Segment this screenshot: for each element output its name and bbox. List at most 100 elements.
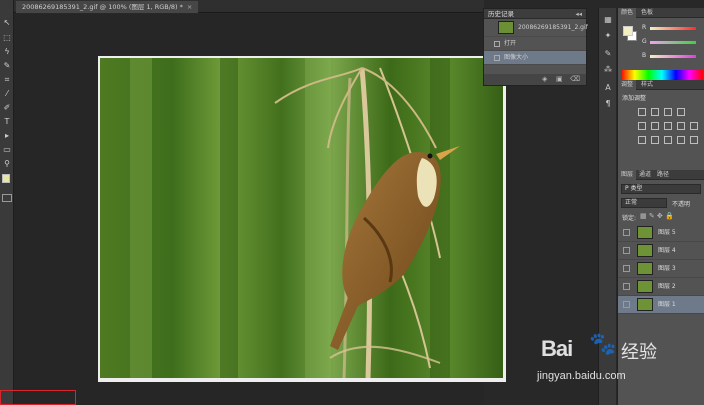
layer-name: 图层 4 [658,247,676,254]
crop-tool-icon[interactable]: ⌗ [2,75,12,85]
snapshot-name: 20086269185391_2.gif [518,24,588,31]
camera-snapshot-icon[interactable]: ▣ [556,75,563,83]
curves-icon[interactable] [664,108,672,116]
tab-swatches[interactable]: 色板 [638,8,656,18]
levels-icon[interactable] [651,108,659,116]
opacity-label: 不透明 [672,201,691,208]
history-panel-header[interactable]: 历史记录 ◂◂ [484,9,586,19]
close-icon[interactable]: × [187,3,192,11]
move-tool-icon[interactable]: ↖ [2,18,12,28]
layer-filter-select[interactable]: P 类型 [621,184,701,194]
b-slider-track[interactable] [650,55,696,58]
history-panel: 历史记录 ◂◂ 20086269185391_2.gif 打开 图像大小 ◈ ▣… [483,8,588,86]
document-icon [494,55,500,61]
brush-panel-icon[interactable]: ✎ [602,48,614,60]
baidu-watermark: Bai 🐾 经验 jingyan.baidu.com [537,330,697,390]
history-item-open[interactable]: 打开 [484,37,586,51]
layers-panel-tabs: 图层 通道 路径 [618,170,704,180]
gradient-map-icon[interactable] [677,136,685,144]
slider-label: R [642,24,647,31]
history-panel-title: 历史记录 [488,10,514,18]
visibility-toggle[interactable] [623,283,630,290]
type-tool-icon[interactable]: T [2,117,12,127]
photoshop-window: ↖ ⬚ ϟ ✎ ⌗ ⁄ ✐ T ▸ ▭ ⚲ 20086269185391_2.g… [0,0,704,405]
slider-label: G [642,38,647,45]
tab-channels[interactable]: 通道 [636,170,654,180]
layer-row[interactable]: 图层 2 [618,278,704,296]
layer-thumbnail [637,298,653,311]
layer-thumbnail [637,280,653,293]
watermark-brand: Bai [541,336,573,361]
watermark-brand-cn: 经验 [621,342,657,363]
layer-row[interactable]: 图层 5 [618,224,704,242]
brightness-icon[interactable] [638,108,646,116]
history-panel-icon[interactable]: ▦ [602,14,614,26]
eyedropper-tool-icon[interactable]: ⁄ [2,89,12,99]
bird-photo[interactable] [100,58,503,378]
lasso-tool-icon[interactable]: ϟ [2,47,12,57]
quick-select-tool-icon[interactable]: ✎ [2,61,12,71]
hue-saturation-icon[interactable] [651,122,659,130]
layer-name: 图层 1 [658,301,676,308]
visibility-toggle[interactable] [623,265,630,272]
annotation-red-rectangle [0,390,76,405]
foreground-color[interactable] [623,26,633,36]
g-slider-track[interactable] [650,41,696,44]
layer-row[interactable]: 图层 3 [618,260,704,278]
history-item-label: 图像大小 [504,54,529,61]
properties-icon[interactable]: ✦ [602,30,614,42]
adjustments-title: 添加调整 [622,95,647,102]
layer-row[interactable]: 图层 4 [618,242,704,260]
b-slider[interactable]: B [642,52,702,60]
tab-adjustments[interactable]: 调整 [618,80,637,90]
r-slider[interactable]: R [642,24,702,32]
trash-icon[interactable]: ⌫ [570,75,580,83]
shape-tool-icon[interactable]: ▭ [2,145,12,155]
photo-filter-icon[interactable] [690,122,698,130]
marquee-tool-icon[interactable]: ⬚ [2,33,12,43]
layer-row[interactable]: 图层 1 [618,296,704,314]
lock-label: 锁定: [622,215,637,222]
tab-color[interactable]: 颜色 [618,8,637,18]
tab-paths[interactable]: 路径 [654,170,672,180]
color-panel-tabs: 颜色 色板 [618,8,704,18]
canvas-area[interactable] [14,14,506,405]
g-slider[interactable]: G [642,38,702,46]
posterize-icon[interactable] [651,136,659,144]
visibility-eye-icon[interactable] [623,301,630,308]
blend-mode-select[interactable]: 正常 [621,198,667,208]
selective-color-icon[interactable] [690,136,698,144]
brush-presets-icon[interactable]: ⁂ [602,64,614,76]
tab-layers[interactable]: 图层 [618,170,637,180]
adjustments-panel-tabs: 调整 样式 [618,80,704,90]
exposure-icon[interactable] [677,108,685,116]
threshold-icon[interactable] [664,136,672,144]
lock-icons[interactable]: ▦ ✎ ✥ 🔒 [640,212,674,220]
black-white-icon[interactable] [677,122,685,130]
path-select-tool-icon[interactable]: ▸ [2,131,12,141]
document-tab-bar: 20086269185391_2.gif @ 100% (图层 1, RGB/8… [14,0,484,13]
tab-styles[interactable]: 样式 [638,80,656,90]
visibility-toggle[interactable] [623,247,630,254]
character-panel-icon[interactable]: A [602,82,614,94]
color-spectrum-bar[interactable] [621,70,703,80]
paragraph-panel-icon[interactable]: ¶ [602,98,614,110]
layer-name: 图层 5 [658,229,676,236]
adjustments-panel: 添加调整 [618,90,704,170]
invert-icon[interactable] [638,136,646,144]
history-panel-footer: ◈ ▣ ⌫ [484,74,586,85]
brush-tool-icon[interactable]: ✐ [2,103,12,113]
new-document-from-state-icon[interactable]: ◈ [542,75,547,83]
vibrance-icon[interactable] [638,122,646,130]
document-tab[interactable]: 20086269185391_2.gif @ 100% (图层 1, RGB/8… [16,1,199,13]
color-balance-icon[interactable] [664,122,672,130]
collapse-icon[interactable]: ◂◂ [575,9,582,19]
zoom-tool-icon[interactable]: ⚲ [2,159,12,169]
foreground-swatch[interactable] [2,174,10,183]
quick-mask-icon[interactable] [2,194,12,202]
history-snapshot[interactable]: 20086269185391_2.gif [484,19,588,37]
r-slider-track[interactable] [650,27,696,30]
layer-thumbnail [637,226,653,239]
history-item-image-size[interactable]: 图像大小 [484,51,586,65]
visibility-toggle[interactable] [623,229,630,236]
